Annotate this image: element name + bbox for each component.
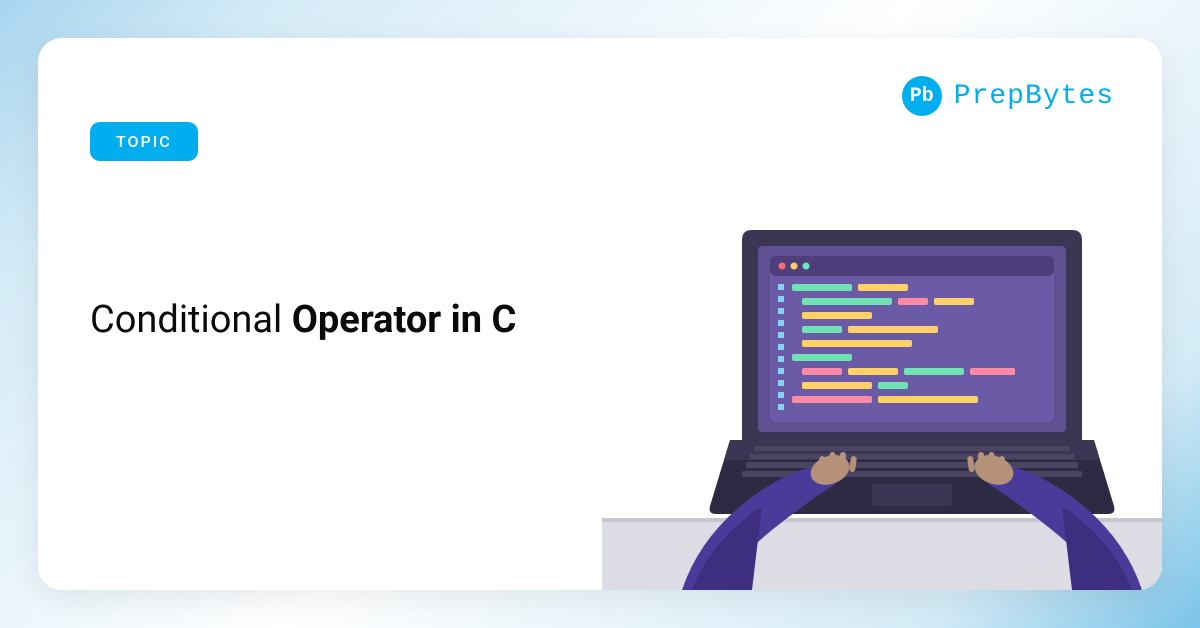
title-bold: Operator in C: [292, 298, 517, 342]
laptop-illustration: [602, 190, 1162, 590]
window-maximize-icon: [803, 263, 810, 270]
brand-logo-icon: Pb: [902, 76, 942, 116]
topic-badge: TOPIC: [90, 122, 198, 161]
title-light: Conditional: [90, 298, 292, 342]
topic-badge-label: TOPIC: [116, 132, 172, 151]
brand-name: PrepBytes: [954, 81, 1114, 112]
content-card: TOPIC Conditional Operator in C Pb PrepB…: [38, 38, 1162, 590]
window-minimize-icon: [791, 263, 798, 270]
brand-logo-text: Pb: [910, 85, 934, 108]
laptop-icon: [710, 230, 1115, 514]
window-close-icon: [779, 263, 786, 270]
page-title: Conditional Operator in C: [90, 296, 516, 345]
brand: Pb PrepBytes: [902, 76, 1114, 116]
